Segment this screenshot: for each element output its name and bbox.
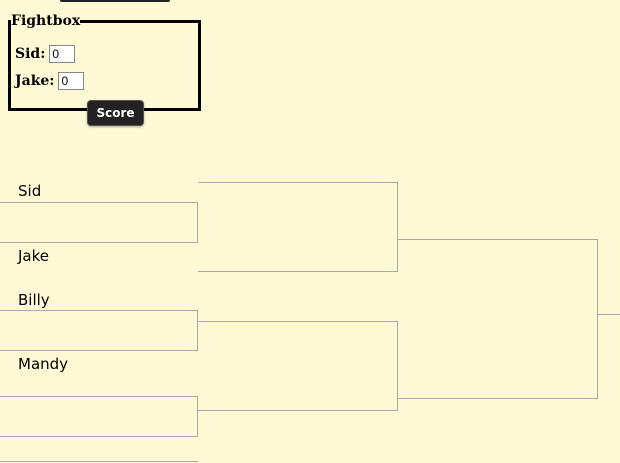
score-button[interactable]: Score [87,100,144,126]
sid-score-label: Sid: [15,46,46,62]
bracket-slot-line [0,350,198,351]
bracket-round3-line [398,398,598,399]
jake-score-row: Jake: [15,72,85,90]
bracket-connector [197,396,198,437]
bracket-slot-line [0,202,198,203]
bracket-final-line [598,314,620,315]
bracket-round2-connector [397,182,398,272]
jake-score-input[interactable] [58,72,85,90]
bracket-round3-connector [597,239,598,399]
bracket-connector [197,202,198,243]
bracket-round2-line [198,321,398,322]
bracket-slot-line [0,310,198,311]
top-button-edge[interactable] [60,0,170,2]
fightbox-legend: Fightbox [11,13,81,29]
sid-score-input[interactable] [49,45,76,63]
bracket-round3-line [398,239,598,240]
bracket-entrant-billy: Billy [18,291,50,309]
bracket-connector [197,310,198,351]
bracket-entrant-jake: Jake [18,247,49,265]
bracket-entrant-sid: Sid [18,182,42,200]
bracket-slot-line [0,461,198,462]
bracket-round2-line [198,410,398,411]
bracket-round2-line [198,271,398,272]
bracket-entrant-mandy: Mandy [18,355,69,373]
jake-score-label: Jake: [15,73,55,89]
bracket-slot-line [0,396,198,397]
bracket-slot-line [0,436,198,437]
fightbox-panel: Fightbox Sid: Jake: Score [8,13,201,126]
bracket-slot-line [0,242,198,243]
sid-score-row: Sid: [15,45,76,63]
bracket-round2-line [198,182,398,183]
